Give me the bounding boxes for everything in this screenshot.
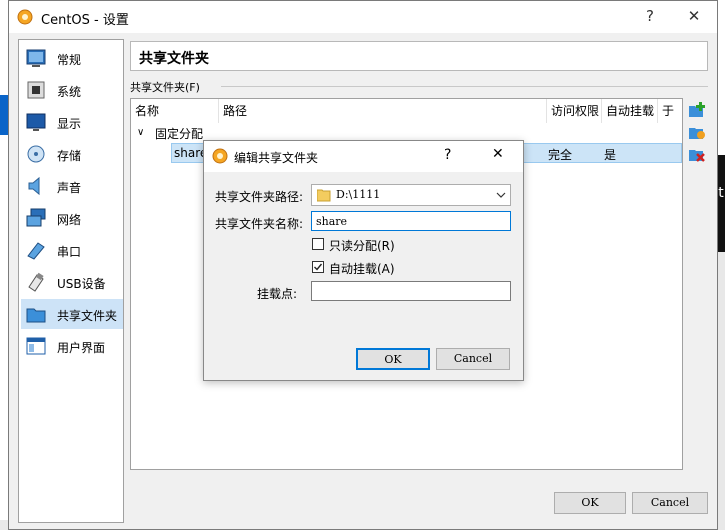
expand-toggle-icon[interactable]: ∨ (137, 127, 144, 138)
sidebar-item-label: 显示 (57, 117, 82, 131)
sidebar-item-user-interface[interactable]: 用户界面 (21, 331, 123, 361)
sidebar-item-system[interactable]: 系统 (21, 75, 123, 105)
window-title: CentOS - 设置 (41, 13, 129, 28)
column-header-access[interactable]: 访问权限 (547, 99, 602, 123)
folder-path-label: 共享文件夹路径: (215, 190, 304, 204)
storage-disk-icon (27, 145, 45, 163)
usb-icon (28, 272, 44, 292)
title-bar: CentOS - 设置 ? ✕ (9, 1, 717, 33)
row-access: 完全 (548, 148, 573, 162)
checkmark-icon (314, 263, 323, 271)
background-right-text: t (718, 185, 724, 201)
system-chip-icon (27, 81, 45, 99)
virtualbox-logo-icon (212, 148, 228, 164)
sidebar-item-storage[interactable]: 存储 (21, 139, 123, 169)
folder-path-select[interactable]: D:\1111 (311, 184, 511, 206)
sidebar-item-label: USB设备 (57, 277, 106, 291)
sidebar-item-network[interactable]: 网络 (21, 203, 123, 233)
folder-icon (317, 189, 331, 202)
sidebar-item-general[interactable]: 常规 (21, 43, 123, 73)
add-folder-icon[interactable] (688, 101, 706, 119)
sidebar-item-label: 系统 (57, 85, 82, 99)
dialog-cancel-button[interactable]: Cancel (436, 348, 510, 370)
background-left (0, 0, 8, 530)
sidebar-item-label: 存储 (57, 149, 82, 163)
sidebar-item-label: 串口 (57, 245, 82, 259)
folder-name-label: 共享文件夹名称: (215, 217, 304, 231)
sidebar-item-display[interactable]: 显示 (21, 107, 123, 137)
dialog-help-button[interactable]: ? (444, 147, 451, 163)
ok-button[interactable]: OK (554, 492, 626, 514)
help-button[interactable]: ? (635, 5, 665, 27)
column-header-path[interactable]: 路径 (219, 99, 547, 123)
dialog-close-button[interactable]: ✕ (492, 146, 504, 162)
automount-label: 自动挂载(A) (329, 262, 395, 276)
sidebar-item-shared-folders[interactable]: 共享文件夹 (21, 299, 123, 329)
virtualbox-logo-icon (17, 9, 33, 25)
dialog-title: 编辑共享文件夹 (234, 151, 319, 165)
page-title: 共享文件夹 (139, 51, 209, 67)
shared-folders-group-label: 共享文件夹(F) (130, 81, 200, 94)
mountpoint-label: 挂载点: (257, 287, 298, 301)
column-header-automount[interactable]: 自动挂载 (602, 99, 658, 123)
background-right-grey (717, 252, 725, 530)
close-button[interactable]: ✕ (679, 5, 709, 27)
cancel-button[interactable]: Cancel (632, 492, 708, 514)
group-divider (221, 86, 708, 87)
sidebar-item-label: 网络 (57, 213, 82, 227)
remove-folder-icon[interactable] (688, 145, 706, 163)
network-icon (26, 208, 46, 227)
chevron-down-icon[interactable] (496, 191, 506, 199)
general-icon (26, 49, 46, 67)
sidebar-item-label: 常规 (57, 53, 82, 67)
readonly-checkbox[interactable] (312, 238, 324, 250)
group-label: 固定分配 (155, 127, 204, 141)
sidebar-item-label: 声音 (57, 181, 82, 195)
mountpoint-input[interactable] (311, 281, 511, 301)
edit-shared-folder-dialog: 编辑共享文件夹 ? ✕ 共享文件夹路径: D:\1111 共享文件夹名称: 只读… (203, 140, 524, 381)
background-selection (0, 95, 8, 135)
audio-speaker-icon (28, 176, 40, 196)
sidebar-item-usb[interactable]: USB设备 (21, 267, 123, 297)
folder-path-value: D:\1111 (336, 188, 381, 201)
column-header-name[interactable]: 名称 (131, 99, 219, 123)
settings-sidebar: 常规 系统 显示 存储 声音 网络 串口 USB设备 共享文件夹 用户界面 (18, 39, 124, 523)
sidebar-item-label: 用户界面 (57, 341, 106, 355)
sidebar-item-audio[interactable]: 声音 (21, 171, 123, 201)
shared-folder-icon (26, 308, 46, 323)
background-right-panel: t (717, 155, 725, 252)
serial-port-icon (27, 242, 45, 260)
automount-checkbox[interactable] (312, 261, 324, 273)
dialog-title-bar: 编辑共享文件夹 ? ✕ (204, 141, 523, 172)
folder-name-input[interactable] (311, 211, 511, 231)
dialog-ok-button[interactable]: OK (356, 348, 430, 370)
row-automount: 是 (604, 148, 617, 162)
column-header-at[interactable]: 于 (658, 99, 682, 123)
edit-folder-icon[interactable] (688, 123, 706, 141)
display-monitor-icon (26, 113, 46, 131)
sidebar-item-label: 共享文件夹 (57, 309, 118, 323)
page-header: 共享文件夹 (130, 41, 708, 71)
user-interface-icon (26, 337, 46, 355)
readonly-label: 只读分配(R) (329, 239, 395, 253)
sidebar-item-serial[interactable]: 串口 (21, 235, 123, 265)
